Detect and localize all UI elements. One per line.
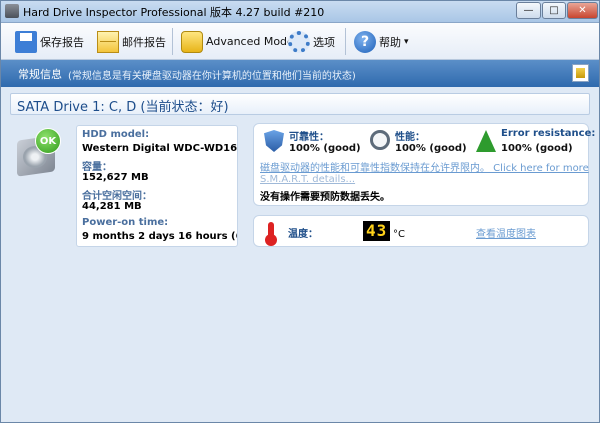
reliability-status: 可靠性： 100% (good) xyxy=(264,128,364,158)
gauge-icon xyxy=(370,130,390,150)
advanced-mode-icon xyxy=(181,30,203,53)
gear-icon xyxy=(288,30,310,53)
toolbar: 保存报告 邮件报告 Advanced Mode 选项 ? 帮助 ▾ xyxy=(1,23,599,60)
capacity-label: 容量： xyxy=(82,162,112,173)
temperature-chart-link[interactable]: 查看温度图表 xyxy=(476,225,536,240)
performance-status: 性能： 100% (good) xyxy=(370,128,480,158)
app-window: Hard Drive Inspector Professional 版本 4.2… xyxy=(0,0,600,423)
temperature-label: 温度： xyxy=(288,229,318,240)
help-icon: ? xyxy=(354,30,376,53)
options-label: 选项 xyxy=(313,35,335,49)
drive-properties: HDD model: Western Digital WDC-WD16... 容… xyxy=(76,125,238,247)
maximize-button[interactable]: □ xyxy=(542,2,566,19)
ok-badge: OK xyxy=(35,128,61,154)
smart-details-link[interactable]: S.M.A.R.T. details... xyxy=(260,174,355,185)
error-resistance-value: 100% (good) xyxy=(501,143,573,154)
window-title: Hard Drive Inspector Professional 版本 4.2… xyxy=(23,6,325,19)
performance-value: 100% (good) xyxy=(395,143,467,154)
save-report-button[interactable]: 保存报告 xyxy=(15,28,84,55)
performance-label: 性能： xyxy=(395,132,425,143)
hard-drive-icon: OK xyxy=(17,128,61,178)
save-icon xyxy=(15,30,37,53)
reliability-label: 可靠性： xyxy=(289,132,329,143)
power-on-value: 9 months 2 days 16 hours (6,... xyxy=(82,231,237,242)
check-triangle-icon xyxy=(476,130,496,152)
mail-icon xyxy=(97,30,119,53)
power-on-label: Power-on time: xyxy=(82,217,169,228)
drive-header[interactable]: SATA Drive 1: C, D (当前状态：好) xyxy=(10,93,590,115)
notes-icon[interactable] xyxy=(572,64,589,82)
app-icon xyxy=(5,4,19,18)
toolbar-separator xyxy=(172,28,173,55)
options-button[interactable]: 选项 xyxy=(288,28,335,55)
model-value: Western Digital WDC-WD16... xyxy=(82,143,238,154)
mail-report-button[interactable]: 邮件报告 xyxy=(97,28,166,55)
status-note: 没有操作需要预防数据丢失。 xyxy=(260,192,390,203)
status-details-link[interactable]: 磁盘驱动器的性能和可靠性指数保持在允许界限内。 Click here for m… xyxy=(260,159,589,174)
help-button[interactable]: ? 帮助 ▾ xyxy=(354,28,409,55)
shield-icon xyxy=(264,130,284,152)
close-button[interactable]: ✕ xyxy=(567,2,598,19)
info-bar: 常规信息 (常规信息是有关硬盘驱动器在你计算机的位置和他们当前的状态) xyxy=(1,60,599,87)
chevron-down-icon: ▾ xyxy=(404,36,409,47)
help-label: 帮助 xyxy=(379,35,401,49)
mail-report-label: 邮件报告 xyxy=(122,35,166,49)
drive-title: SATA Drive 1: C, D (当前状态：好) xyxy=(17,100,229,115)
toolbar-separator xyxy=(345,28,346,55)
temperature-display: 43 xyxy=(363,221,391,241)
temperature-unit: °C xyxy=(393,229,405,240)
advanced-mode-label: Advanced Mode xyxy=(206,35,294,48)
thermometer-icon xyxy=(265,222,277,246)
minimize-button[interactable]: — xyxy=(516,2,541,19)
reliability-value: 100% (good) xyxy=(289,143,361,154)
error-resistance-status: Error resistance: 100% (good) xyxy=(476,128,595,158)
status-panel: 可靠性： 100% (good) 性能： 100% (good) Error r… xyxy=(253,123,595,206)
temperature-panel: 温度： 43 °C 查看温度图表 xyxy=(253,215,589,247)
advanced-mode-button[interactable]: Advanced Mode xyxy=(181,28,294,55)
free-space-value: 44,281 MB xyxy=(82,201,142,212)
model-label: HDD model: xyxy=(82,129,150,140)
info-bar-title: 常规信息 xyxy=(18,68,62,81)
error-resistance-label: Error resistance: xyxy=(501,128,596,139)
info-bar-description: (常规信息是有关硬盘驱动器在你计算机的位置和他们当前的状态) xyxy=(68,71,356,82)
free-space-label: 合计空闲空间： xyxy=(82,191,152,202)
save-report-label: 保存报告 xyxy=(40,35,84,49)
title-bar[interactable]: Hard Drive Inspector Professional 版本 4.2… xyxy=(1,1,599,23)
capacity-value: 152,627 MB xyxy=(82,172,149,183)
